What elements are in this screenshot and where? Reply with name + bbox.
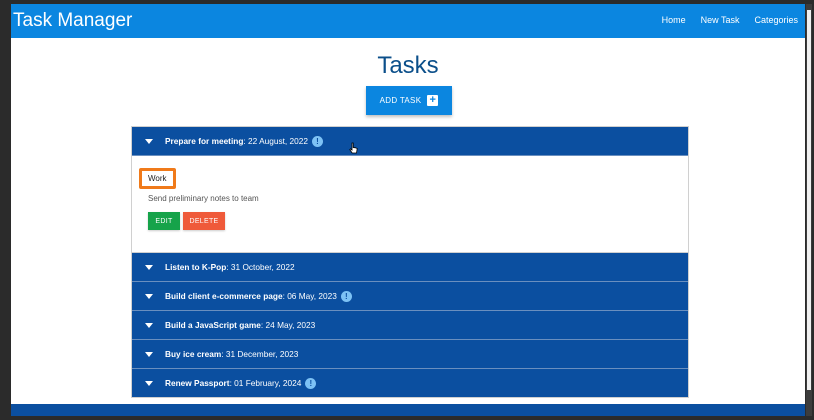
add-task-label: ADD TASK (379, 96, 422, 105)
caret-down-icon (145, 322, 153, 328)
mouse-pointer-icon (349, 142, 358, 154)
plus-square-icon: + (427, 95, 439, 106)
task-title: Renew Passport (165, 378, 230, 388)
nav-link-home[interactable]: Home (662, 15, 686, 25)
task-title: Listen to K-Pop (165, 262, 227, 272)
caret-down-icon (145, 293, 153, 299)
caret-down-icon (145, 380, 153, 386)
task-header-renew-passport[interactable]: Renew Passport : 01 February, 2024 ! (132, 369, 688, 397)
info-icon[interactable]: ! (340, 290, 352, 302)
task-date: : 31 December, 2023 (221, 349, 299, 359)
caret-down-icon (145, 264, 153, 270)
scrollbar-thumb[interactable] (807, 10, 811, 390)
nav-link-categories[interactable]: Categories (754, 15, 798, 25)
task-date: : 06 May, 2023 (282, 291, 337, 301)
edit-button[interactable]: EDIT (148, 212, 180, 230)
task-date: : 31 October, 2022 (226, 262, 295, 272)
category-badge: Work (139, 168, 176, 189)
task-date: : 01 February, 2024 (229, 378, 302, 388)
task-title: Prepare for meeting (165, 136, 244, 146)
task-header-prepare-for-meeting[interactable]: Prepare for meeting : 22 August, 2022 ! (132, 127, 688, 156)
page-title: Tasks (377, 52, 439, 79)
task-date: : 24 May, 2023 (260, 320, 316, 330)
nav-links: Home New Task Categories (662, 15, 798, 25)
delete-button[interactable]: DELETE (183, 212, 225, 230)
task-details: Work Send preliminary notes to team EDIT… (132, 156, 688, 253)
info-icon[interactable]: ! (311, 135, 323, 147)
task-description: Send preliminary notes to team (148, 194, 259, 203)
navbar: Task Manager Home New Task Categories (11, 4, 805, 38)
footer-bar (11, 404, 805, 416)
caret-down-icon (145, 351, 153, 357)
task-header-listen-to-k-pop[interactable]: Listen to K-Pop : 31 October, 2022 (132, 253, 688, 282)
task-date: : 22 August, 2022 (243, 136, 308, 146)
task-title: Build a JavaScript game (165, 320, 261, 330)
scrollbar[interactable] (806, 4, 812, 416)
nav-link-new-task[interactable]: New Task (701, 15, 740, 25)
task-title: Build client e-commerce page (165, 291, 283, 301)
caret-down-icon (145, 138, 153, 144)
task-header-buy-ice-cream[interactable]: Buy ice cream : 31 December, 2023 (132, 340, 688, 369)
task-header-build-client-e-commerce-page[interactable]: Build client e-commerce page : 06 May, 2… (132, 282, 688, 311)
task-title: Buy ice cream (165, 349, 222, 359)
task-list: Prepare for meeting : 22 August, 2022 ! … (131, 126, 689, 398)
browser-viewport: Task Manager Home New Task Categories Ta… (11, 4, 805, 416)
task-header-build-a-javascript-game[interactable]: Build a JavaScript game : 24 May, 2023 (132, 311, 688, 340)
brand-title[interactable]: Task Manager (13, 10, 132, 32)
add-task-button[interactable]: ADD TASK + (366, 86, 452, 115)
info-icon[interactable]: ! (305, 377, 317, 389)
